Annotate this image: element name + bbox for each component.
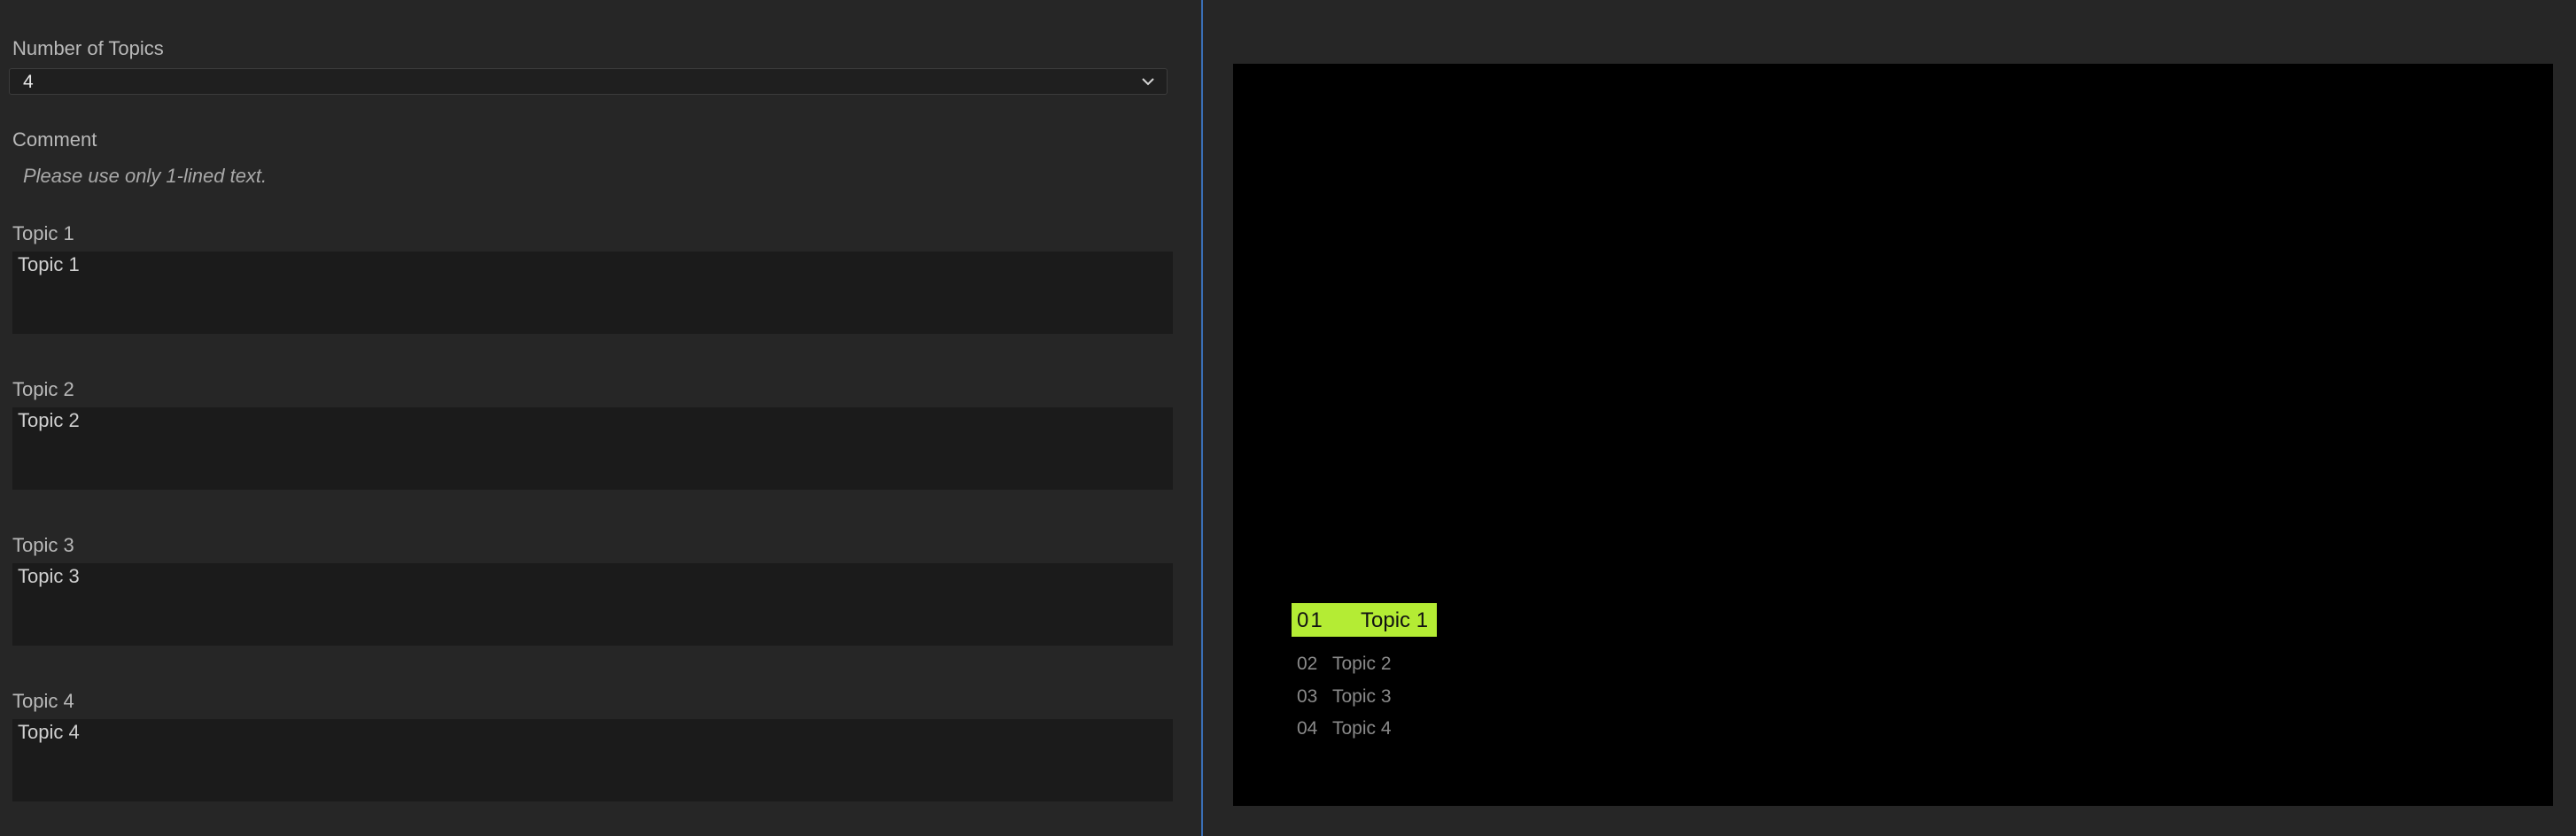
- properties-panel: Number of Topics 4 Comment Please use on…: [0, 0, 1201, 836]
- preview-topic-row: 03 Topic 3: [1297, 685, 1392, 708]
- preview-topic-row: 02 Topic 2: [1297, 653, 1392, 676]
- active-topic-highlight: 01 Topic 1: [1292, 603, 1437, 637]
- preview-topic-number: 03: [1297, 686, 1318, 707]
- topic-3-value: Topic 3: [18, 565, 80, 587]
- preview-topic-row: 04 Topic 4: [1297, 717, 1392, 740]
- active-topic-number: 01: [1297, 608, 1324, 632]
- topic-1-value: Topic 1: [18, 253, 80, 275]
- number-of-topics-label: Number of Topics: [12, 37, 164, 59]
- topic-1-textarea[interactable]: Topic 1: [12, 252, 1173, 334]
- topic-3-textarea[interactable]: Topic 3: [12, 563, 1173, 646]
- preview-topic-label: Topic 3: [1332, 686, 1392, 707]
- active-topic-label: Topic 1: [1361, 608, 1429, 632]
- topic-4-textarea[interactable]: Topic 4: [12, 719, 1173, 801]
- preview-panel: 01 Topic 1 02 Topic 2 03 Topic 3 04 Topic 4: [1203, 0, 2576, 836]
- chevron-down-icon: [1142, 78, 1154, 86]
- app-window: Number of Topics 4 Comment Please use on…: [0, 0, 2576, 836]
- topic-3-label: Topic 3: [12, 534, 74, 556]
- topic-4-value: Topic 4: [18, 721, 80, 743]
- topic-4-label: Topic 4: [12, 690, 74, 712]
- comment-text: Please use only 1-lined text.: [23, 165, 268, 187]
- number-of-topics-dropdown[interactable]: 4: [9, 68, 1168, 95]
- topic-2-value: Topic 2: [18, 409, 80, 431]
- topic-2-label: Topic 2: [12, 378, 74, 400]
- topic-1-label: Topic 1: [12, 222, 74, 244]
- preview-topic-number: 04: [1297, 718, 1318, 739]
- number-of-topics-value: 4: [23, 72, 34, 92]
- video-preview[interactable]: 01 Topic 1 02 Topic 2 03 Topic 3 04 Topic 4: [1233, 64, 2553, 806]
- topic-2-textarea[interactable]: Topic 2: [12, 407, 1173, 490]
- preview-topic-number: 02: [1297, 654, 1318, 674]
- preview-topic-label: Topic 2: [1332, 654, 1392, 674]
- preview-topic-label: Topic 4: [1332, 718, 1392, 739]
- comment-label: Comment: [12, 128, 97, 151]
